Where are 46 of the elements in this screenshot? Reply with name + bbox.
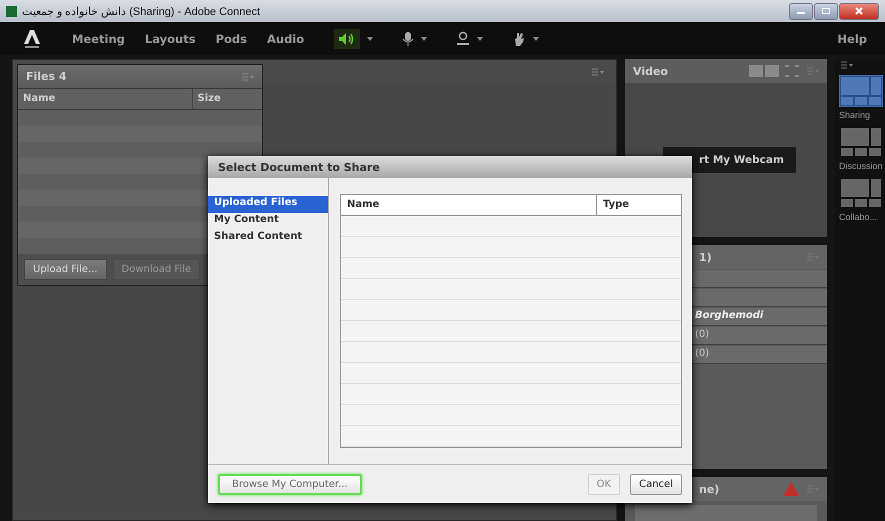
microphone-icon[interactable]	[402, 30, 414, 46]
caret-icon[interactable]	[420, 36, 428, 42]
warning-icon	[783, 482, 799, 496]
pod-title: ne)	[699, 482, 720, 496]
menu-item[interactable]: Layouts	[134, 32, 206, 46]
minimize-button[interactable]	[789, 2, 813, 20]
maximize-button[interactable]	[814, 2, 838, 20]
pod-title: Files 4	[26, 70, 68, 84]
app-icon	[6, 6, 17, 16]
column-header[interactable]: Name	[18, 89, 193, 109]
caret-icon[interactable]	[476, 36, 484, 42]
column-header[interactable]: Type	[597, 195, 681, 215]
dialog-title: Select Document to Share	[208, 156, 692, 178]
pod-title: Video	[633, 64, 669, 78]
pod-button[interactable]: Upload File...	[24, 259, 106, 280]
menu-item[interactable]: Meeting	[62, 32, 135, 46]
column-header[interactable]: Size	[192, 89, 262, 109]
caret-icon[interactable]	[366, 36, 374, 42]
source-item[interactable]: Uploaded Files	[208, 196, 328, 213]
pod-title: 1)	[699, 250, 713, 264]
maximize-icon	[821, 7, 831, 15]
logo-icon	[22, 28, 42, 50]
help-menu[interactable]: Help	[827, 32, 877, 46]
window-title: دانش خانواده و جمعیت (Sharing) - Adobe Connect	[22, 4, 262, 18]
view-toggle-icon[interactable]	[749, 65, 799, 77]
source-item[interactable]: My Content	[208, 213, 328, 230]
close-icon	[854, 7, 864, 15]
hand-icon[interactable]	[512, 30, 526, 46]
layout-item[interactable]: Collabo...	[839, 177, 883, 222]
cancel-button[interactable]: Cancel	[630, 474, 682, 494]
layout-thumbnail-icon	[839, 75, 883, 107]
layout-menu-icon[interactable]	[841, 61, 853, 69]
close-button[interactable]	[839, 2, 879, 20]
browse-button[interactable]: Browse My Computer...	[218, 474, 362, 494]
layout-item[interactable]: Discussion	[839, 126, 883, 171]
menu-item[interactable]: Audio	[256, 32, 314, 46]
caret-icon[interactable]	[532, 36, 540, 42]
menu-item[interactable]: Pods	[206, 32, 257, 46]
layout-item[interactable]: Sharing	[839, 75, 883, 120]
source-item[interactable]: Shared Content	[208, 230, 328, 247]
speaker-button[interactable]	[334, 28, 360, 48]
pod-menu-icon[interactable]	[592, 68, 604, 76]
column-header[interactable]: Name	[341, 195, 597, 215]
layout-thumbnail-icon	[839, 126, 883, 158]
layout-thumbnail-icon	[839, 177, 883, 209]
person-icon[interactable]	[456, 30, 470, 46]
